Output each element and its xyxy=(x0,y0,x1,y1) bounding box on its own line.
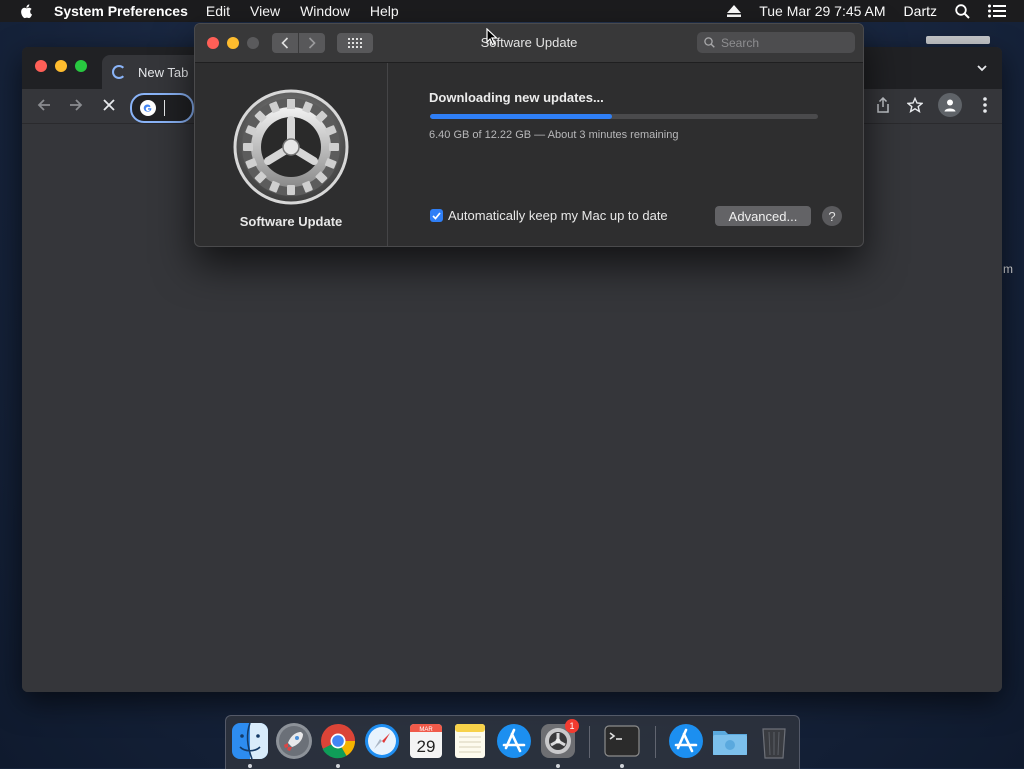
download-progress-text: 6.40 GB of 12.22 GB — About 3 minutes re… xyxy=(429,129,679,141)
mouse-cursor-icon xyxy=(486,28,498,46)
menu-bar: System Preferences Edit View Window Help… xyxy=(0,0,1024,22)
eject-icon[interactable] xyxy=(727,5,742,17)
search-icon xyxy=(704,37,715,48)
advanced-button[interactable]: Advanced... xyxy=(715,206,811,226)
bookmark-star-icon[interactable] xyxy=(906,96,924,114)
pane-name: Software Update xyxy=(239,214,343,229)
loading-spinner-icon xyxy=(112,65,126,79)
auto-update-label[interactable]: Automatically keep my Mac up to date xyxy=(448,208,668,223)
terminal-icon[interactable] xyxy=(603,722,641,760)
browser-minimize-button[interactable] xyxy=(55,60,67,72)
background-window-text: m xyxy=(1003,262,1013,276)
chrome-icon[interactable] xyxy=(319,722,357,760)
notification-center-icon[interactable] xyxy=(988,4,1006,18)
back-arrow-icon[interactable] xyxy=(36,97,52,113)
chrome-running-indicator xyxy=(336,764,340,768)
pane-sidebar: Software Update xyxy=(195,63,388,246)
menubar-clock[interactable]: Tue Mar 29 7:45 AM xyxy=(759,3,885,19)
terminal-running-indicator xyxy=(620,764,624,768)
forward-arrow-icon[interactable] xyxy=(68,97,84,113)
launchpad-icon[interactable] xyxy=(275,722,313,760)
spotlight-search-icon[interactable] xyxy=(955,3,970,19)
background-window-edge xyxy=(926,36,990,44)
dock: MAR 29 1 xyxy=(225,715,800,769)
address-bar[interactable] xyxy=(130,93,194,123)
browser-close-button[interactable] xyxy=(35,60,47,72)
finder-running-indicator xyxy=(248,764,252,768)
app-store-icon[interactable] xyxy=(495,722,533,760)
auto-update-checkbox[interactable]: Automatically keep my Mac up to date xyxy=(430,208,668,223)
menubar-user[interactable]: Dartz xyxy=(904,3,937,19)
toolbar-actions xyxy=(874,93,994,117)
browser-tab[interactable]: New Tab xyxy=(102,55,202,89)
download-progress-bar xyxy=(430,114,818,119)
browser-zoom-button[interactable] xyxy=(75,60,87,72)
apple-menu-icon[interactable] xyxy=(19,3,35,19)
share-icon[interactable] xyxy=(874,96,892,114)
software-update-titlebar[interactable]: Software Update Search xyxy=(195,24,863,63)
menu-view[interactable]: View xyxy=(250,3,280,19)
trash-icon[interactable] xyxy=(755,722,793,760)
downloads-folder-icon[interactable] xyxy=(711,722,749,760)
dock-separator xyxy=(655,726,656,758)
tab-search-chevron-icon[interactable] xyxy=(976,62,988,74)
finder-icon[interactable] xyxy=(231,722,269,760)
notes-icon[interactable] xyxy=(451,722,489,760)
google-g-icon xyxy=(140,100,156,116)
active-app-menu[interactable]: System Preferences xyxy=(54,3,188,19)
text-caret xyxy=(164,100,165,116)
safari-icon[interactable] xyxy=(363,722,401,760)
menu-window[interactable]: Window xyxy=(300,3,350,19)
stop-loading-icon[interactable] xyxy=(101,97,117,113)
browser-window-controls xyxy=(35,60,87,72)
system-preferences-badge: 1 xyxy=(565,719,579,733)
svg-text:29: 29 xyxy=(417,737,436,756)
system-preferences-running-indicator xyxy=(556,764,560,768)
tab-title: New Tab xyxy=(138,64,189,80)
update-status-text: Downloading new updates... xyxy=(429,90,604,105)
download-progress-fill xyxy=(430,114,613,119)
software-update-window: Software Update Search Software Update D… xyxy=(194,23,864,247)
checkbox-checked-icon[interactable] xyxy=(430,209,443,222)
applications-folder-icon[interactable] xyxy=(667,722,705,760)
search-field[interactable]: Search xyxy=(697,32,855,53)
software-update-gear-icon xyxy=(233,89,349,205)
profile-avatar-icon[interactable] xyxy=(938,93,962,117)
kebab-menu-icon[interactable] xyxy=(976,96,994,114)
help-button[interactable]: ? xyxy=(822,206,842,226)
svg-text:MAR: MAR xyxy=(419,727,433,733)
dock-separator xyxy=(589,726,590,758)
search-placeholder: Search xyxy=(721,35,760,50)
menu-edit[interactable]: Edit xyxy=(206,3,230,19)
menu-help[interactable]: Help xyxy=(370,3,399,19)
calendar-icon[interactable]: MAR 29 xyxy=(407,722,445,760)
